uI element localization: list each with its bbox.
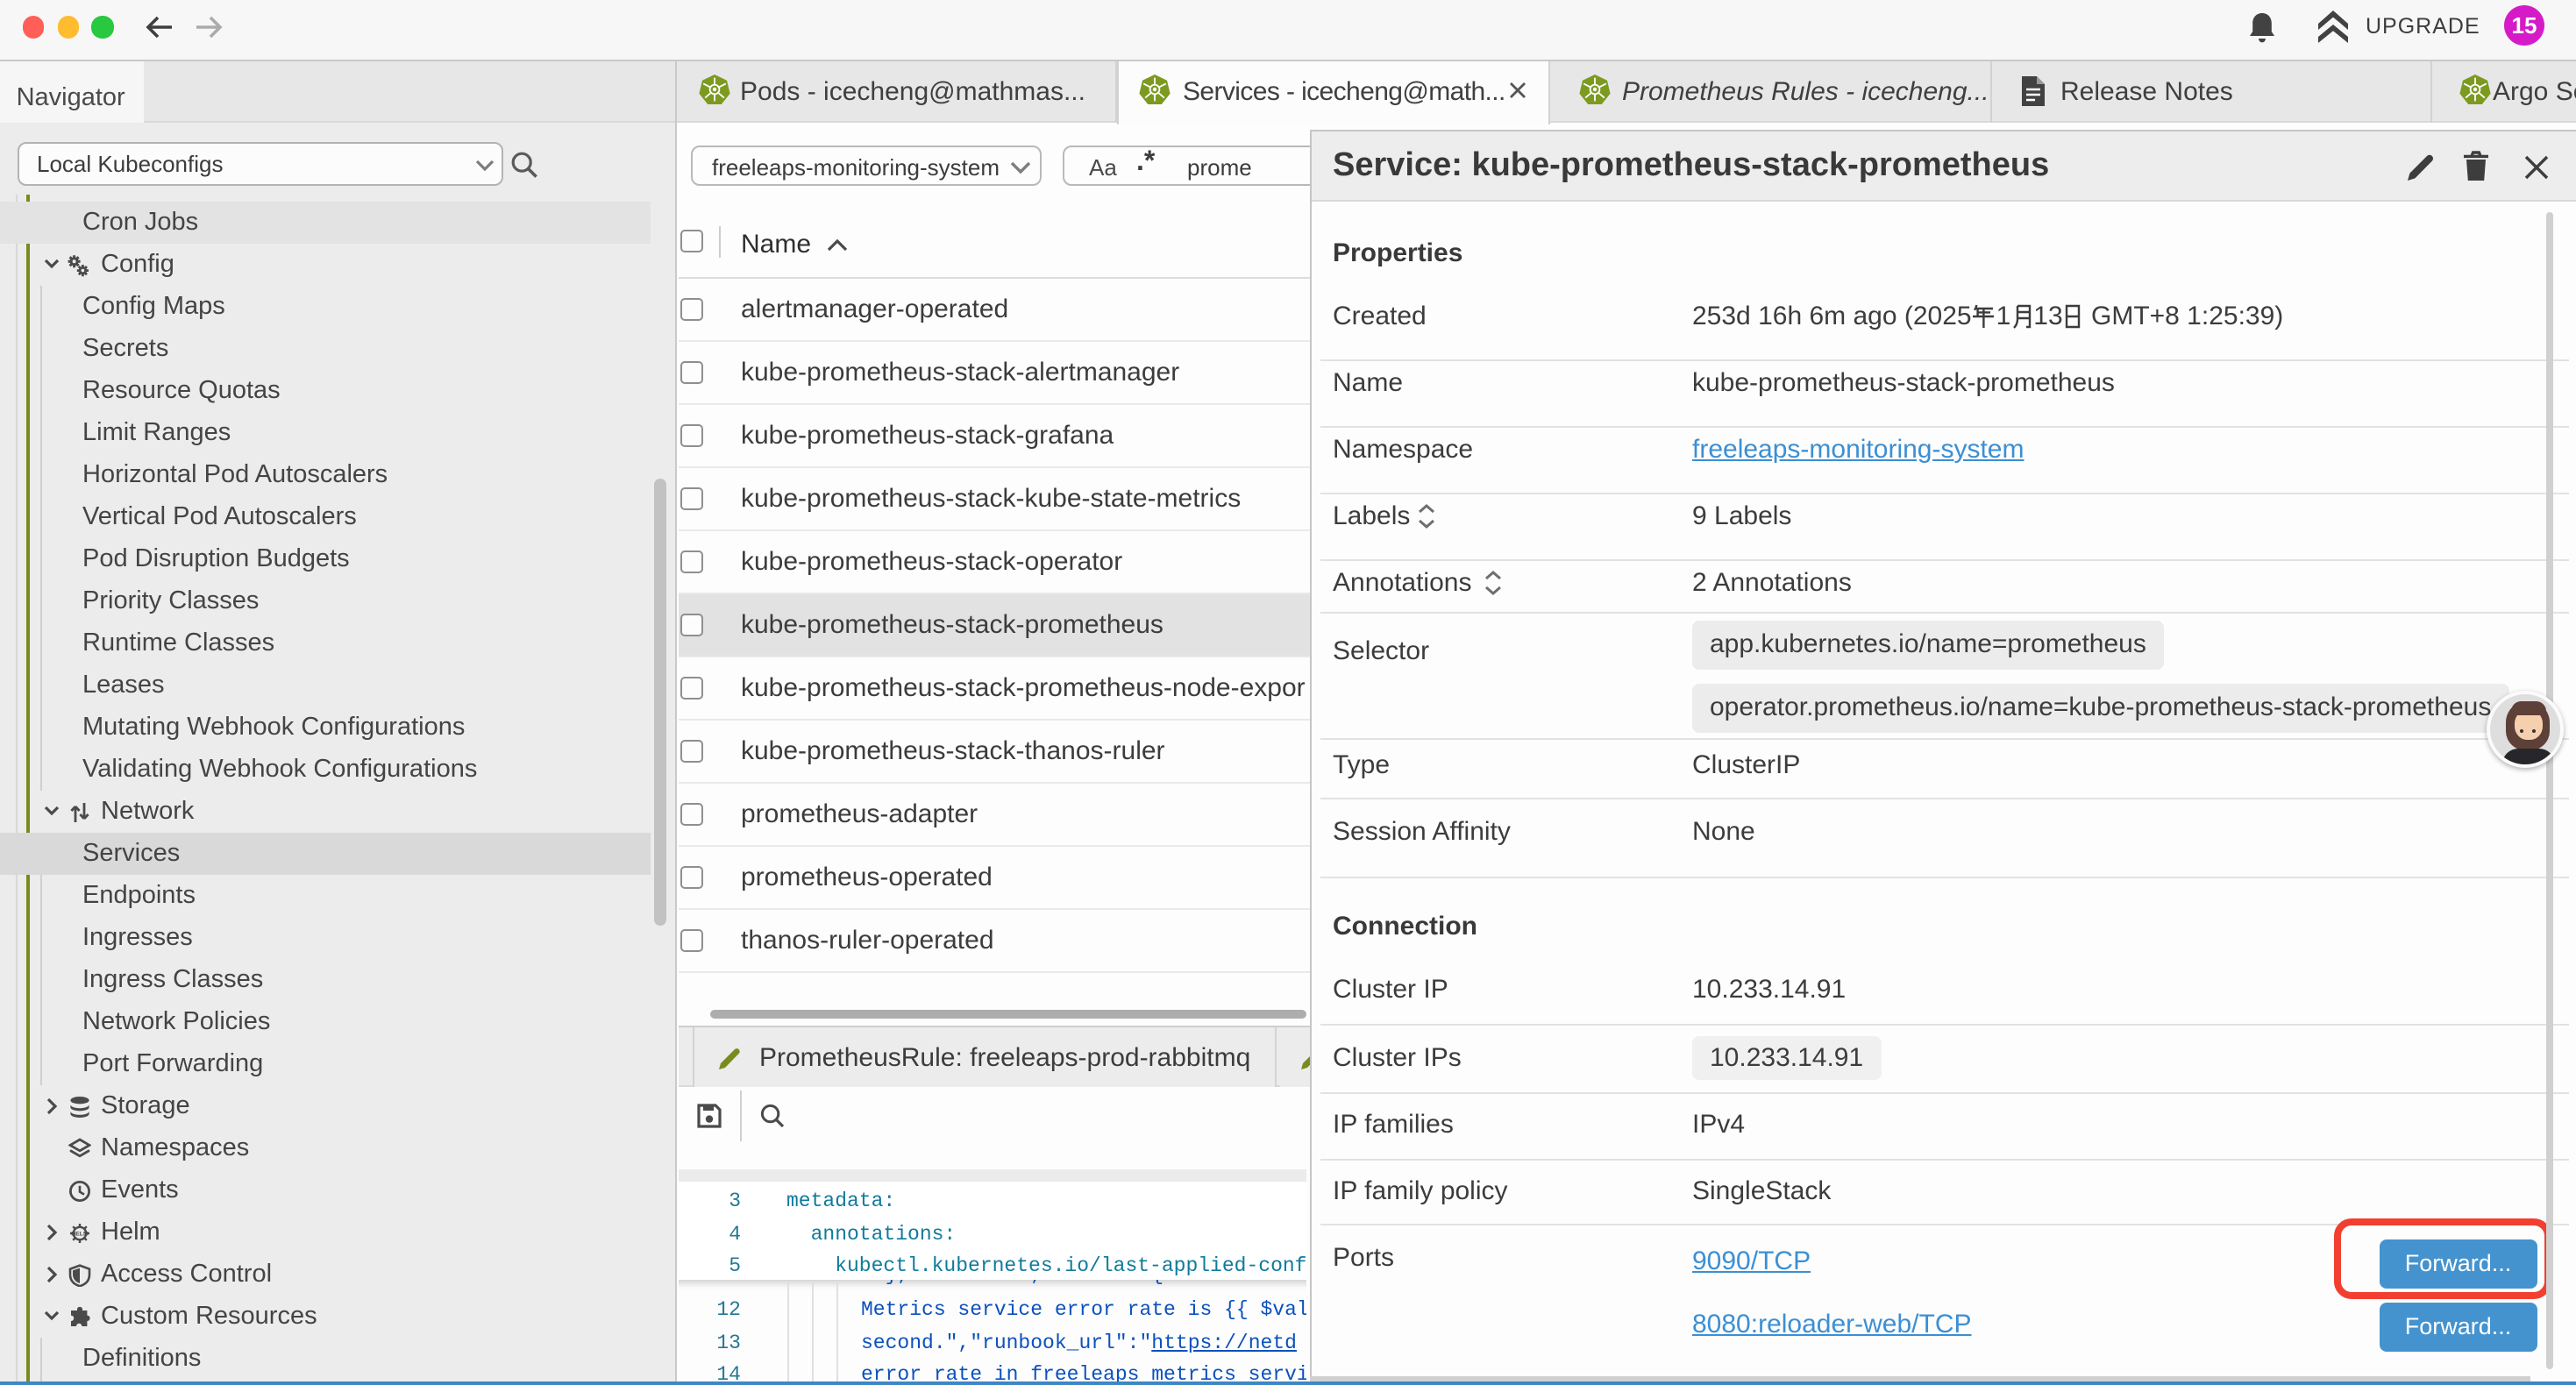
svg-text:HELM: HELM <box>70 1232 88 1238</box>
